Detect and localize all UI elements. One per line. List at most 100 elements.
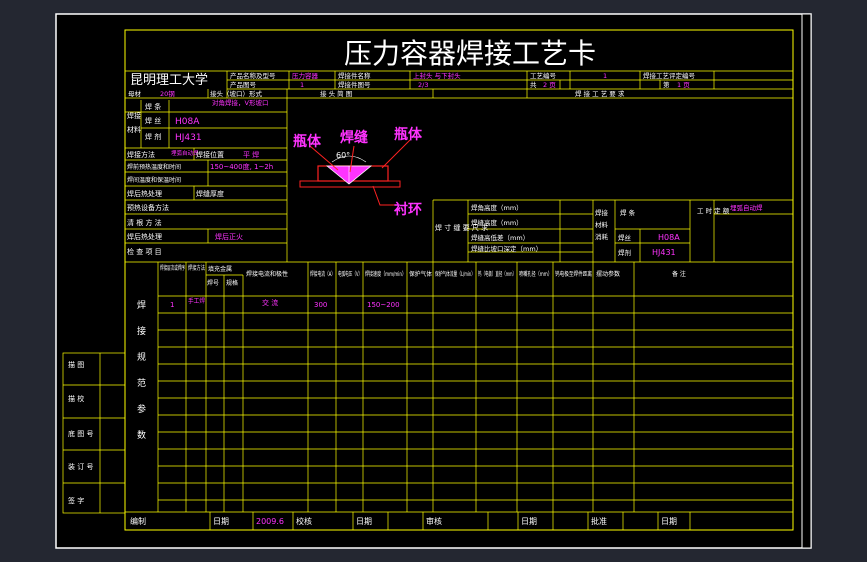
position-label: 焊接位置 [196, 150, 224, 159]
row1-seq: 1 [170, 301, 174, 309]
th-remarks: 备 注 [672, 270, 686, 278]
wm-label-3: 消耗 [595, 232, 609, 241]
th-gas: 保护气体 [409, 270, 432, 278]
sketch-label: 接 头 简 图 [320, 89, 352, 98]
th-voltage: 电弧电压（V） [338, 270, 362, 278]
wm-wire2-label: 焊丝 [618, 233, 632, 242]
time-label: 工 时 定 额 [697, 206, 730, 215]
th-swing: 摆动参数 [596, 270, 620, 278]
part-fig-label: 焊接件图号 [338, 80, 371, 89]
size-row-2: 焊缝高度（mm） [471, 218, 523, 227]
th-nozzle: 喷嘴孔径（mm） [519, 270, 552, 278]
thickness-label: 焊缝厚度 [196, 189, 224, 198]
preheat-label: 焊前预热温度和时间 [127, 163, 181, 171]
size-row-4: 焊缝比坡口深定（mm） [471, 244, 542, 253]
size-row-1: 焊角高度（mm） [471, 203, 523, 212]
card-title: 压力容器焊接工艺卡 [344, 37, 596, 70]
row1-method: 手工焊 [188, 297, 205, 305]
sign-item-5: 签 字 [68, 496, 84, 505]
wm-wire-value: H08A [658, 233, 680, 242]
row1-current-type: 交 流 [262, 298, 278, 307]
eval-no-label: 焊接工艺评定编号 [643, 71, 696, 80]
bottle-left-label: 瓶体 [293, 133, 322, 150]
sign-item-4: 装 订 号 [68, 462, 93, 471]
product-name-label: 产品名称及型号 [230, 71, 276, 80]
bottle-right-label: 瓶体 [394, 126, 423, 143]
side-char-2: 接 [137, 325, 146, 337]
th-filler: 填充金属 [208, 265, 232, 273]
sign-item-1: 描 图 [68, 360, 84, 369]
material-label: 母材 [128, 89, 142, 98]
interpass-label: 焊间温度和保温时间 [127, 176, 181, 184]
approve-label: 批准 [591, 516, 607, 526]
total-label: 共 [530, 80, 537, 89]
process-no-value: 1 [603, 72, 607, 80]
method-value: 埋弧自动焊 [171, 149, 199, 157]
wm-label-1: 焊接 [595, 208, 609, 217]
flux-value: HJ431 [175, 133, 202, 143]
product-fig-label: 产品图号 [230, 80, 257, 89]
diameter-label: 焊 丝 [145, 116, 161, 125]
product-name-value: 压力容器 [292, 71, 319, 80]
page-value: 1 页 [677, 81, 690, 89]
joint-label: 接头（坡口）形式 [210, 89, 263, 98]
th-method: 焊接方法 [188, 264, 205, 272]
sign-item-3: 底 图 号 [68, 429, 93, 438]
university-name: 昆明理工大学 [130, 72, 208, 88]
backing-label: 预热设备方法 [127, 203, 169, 212]
size-row-3: 焊缝高低差（mm） [471, 233, 529, 242]
date1-value: 2009.6 [256, 517, 284, 526]
th-filler-spec: 规格 [226, 279, 238, 287]
part-name-value: 上封头 与下封头 [413, 71, 461, 80]
wm-flux-label: 焊剂 [618, 248, 631, 257]
date1-label: 日期 [213, 517, 229, 526]
total-value: 2 页 [543, 81, 556, 89]
postheat-label: 焊后热处理 [127, 189, 162, 198]
th-gas-flow: 保护气体流量（L/min） [435, 270, 475, 278]
th-current: 焊接电流（A） [310, 270, 335, 278]
method-label: 焊接方法 [127, 150, 155, 159]
th-electrode-dia: 钨（电极）直径（mm） [478, 270, 516, 278]
part-name-label: 焊接件名称 [338, 71, 371, 80]
wm-wire-label: 焊 条 [620, 208, 636, 217]
th-sequence: 焊接层次或焊序 [160, 264, 185, 272]
date2-label: 日期 [356, 517, 372, 526]
preheat-value: 150~400度, 1~2h [210, 162, 273, 171]
sign-item-2: 描 校 [68, 394, 84, 403]
row1-current: 300 [314, 301, 327, 309]
side-char-1: 焊 [137, 299, 146, 311]
side-char-5: 参 [137, 403, 146, 415]
review-label: 审核 [426, 516, 442, 526]
row1-speed: 150~200 [367, 301, 400, 309]
flux-label: 焊 剂 [145, 132, 161, 141]
process-card-drawing: 压力容器焊接工艺卡 昆明理工大学 产品名称及型号 压力容器 焊接件名称 上封头 … [55, 13, 812, 549]
weld-material-label-1: 焊接 [127, 111, 141, 120]
diameter-value: H08A [175, 117, 200, 127]
ring-label: 衬环 [394, 201, 422, 218]
right-margin-strip [801, 13, 812, 549]
wm-flux-value: HJ431 [652, 248, 676, 257]
material-value: 20钢 [160, 90, 175, 98]
heat-treatment-value: 焊后正火 [215, 232, 243, 241]
wm-label-2: 材料 [595, 220, 609, 229]
part-fig-value: 2/3 [418, 81, 428, 89]
requirements-label: 焊 接 工 艺 要 求 [575, 89, 625, 98]
angle-label: 60° [336, 151, 350, 160]
inspect-label: 检 查 项 目 [127, 247, 162, 256]
check-label: 校核 [296, 516, 312, 526]
side-char-3: 规 [137, 352, 146, 363]
heat-treatment-label: 焊后热处理 [127, 232, 162, 241]
th-speed: 焊接速度（mm/min） [365, 270, 406, 278]
th-current-polarity: 焊接电流和极性 [246, 270, 288, 278]
date4-label: 日期 [661, 517, 677, 526]
wire-label: 焊 条 [145, 102, 161, 111]
position-value: 平 焊 [243, 150, 259, 159]
side-char-4: 范 [137, 377, 146, 389]
backing2-label: 清 根 方 法 [127, 218, 162, 227]
date3-label: 日期 [521, 517, 537, 526]
time-value: 埋弧自动焊 [730, 203, 763, 212]
th-electrode-dist: 钨电极至焊件距离 [555, 270, 592, 278]
weld-material-label-2: 材料 [127, 125, 141, 134]
page-label: 第 [663, 80, 670, 89]
compile-label: 编制 [130, 516, 146, 526]
